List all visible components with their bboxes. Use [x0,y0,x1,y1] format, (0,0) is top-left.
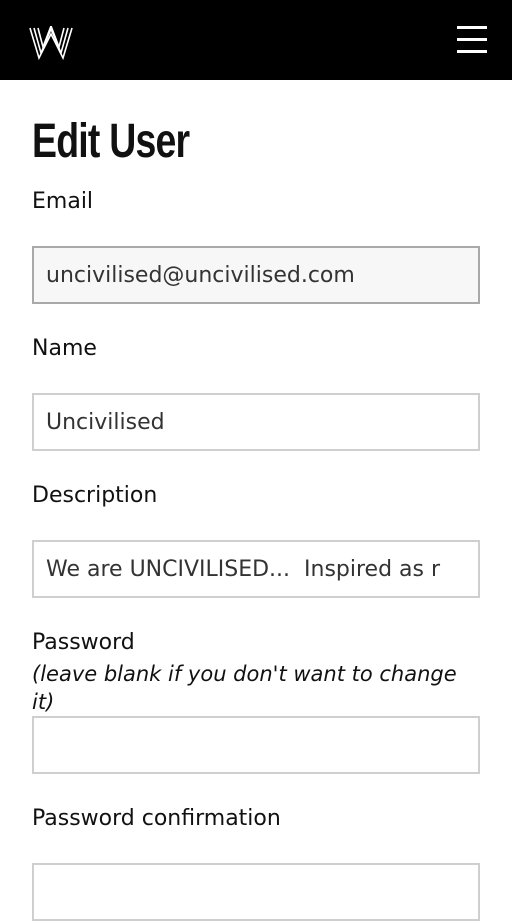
description-label: Description [32,483,158,508]
name-field[interactable] [32,393,480,451]
page-title: Edit User [32,115,190,168]
password-confirmation-field[interactable] [32,863,480,921]
menu-bar-middle [457,38,487,41]
email-label: Email [32,189,94,214]
password-label: Password [32,630,135,655]
top-bar [0,0,512,80]
password-field[interactable] [32,716,480,774]
menu-bar-top [457,26,487,29]
menu-bar-bottom [457,50,487,53]
password-hint: (leave blank if you don't want to change… [32,662,457,714]
name-label: Name [32,336,97,361]
password-confirmation-label: Password confirmation [32,806,281,831]
description-field[interactable] [32,540,480,598]
email-field[interactable] [32,246,480,304]
hamburger-menu-icon[interactable] [456,26,488,54]
w-logo-icon[interactable] [28,23,74,61]
